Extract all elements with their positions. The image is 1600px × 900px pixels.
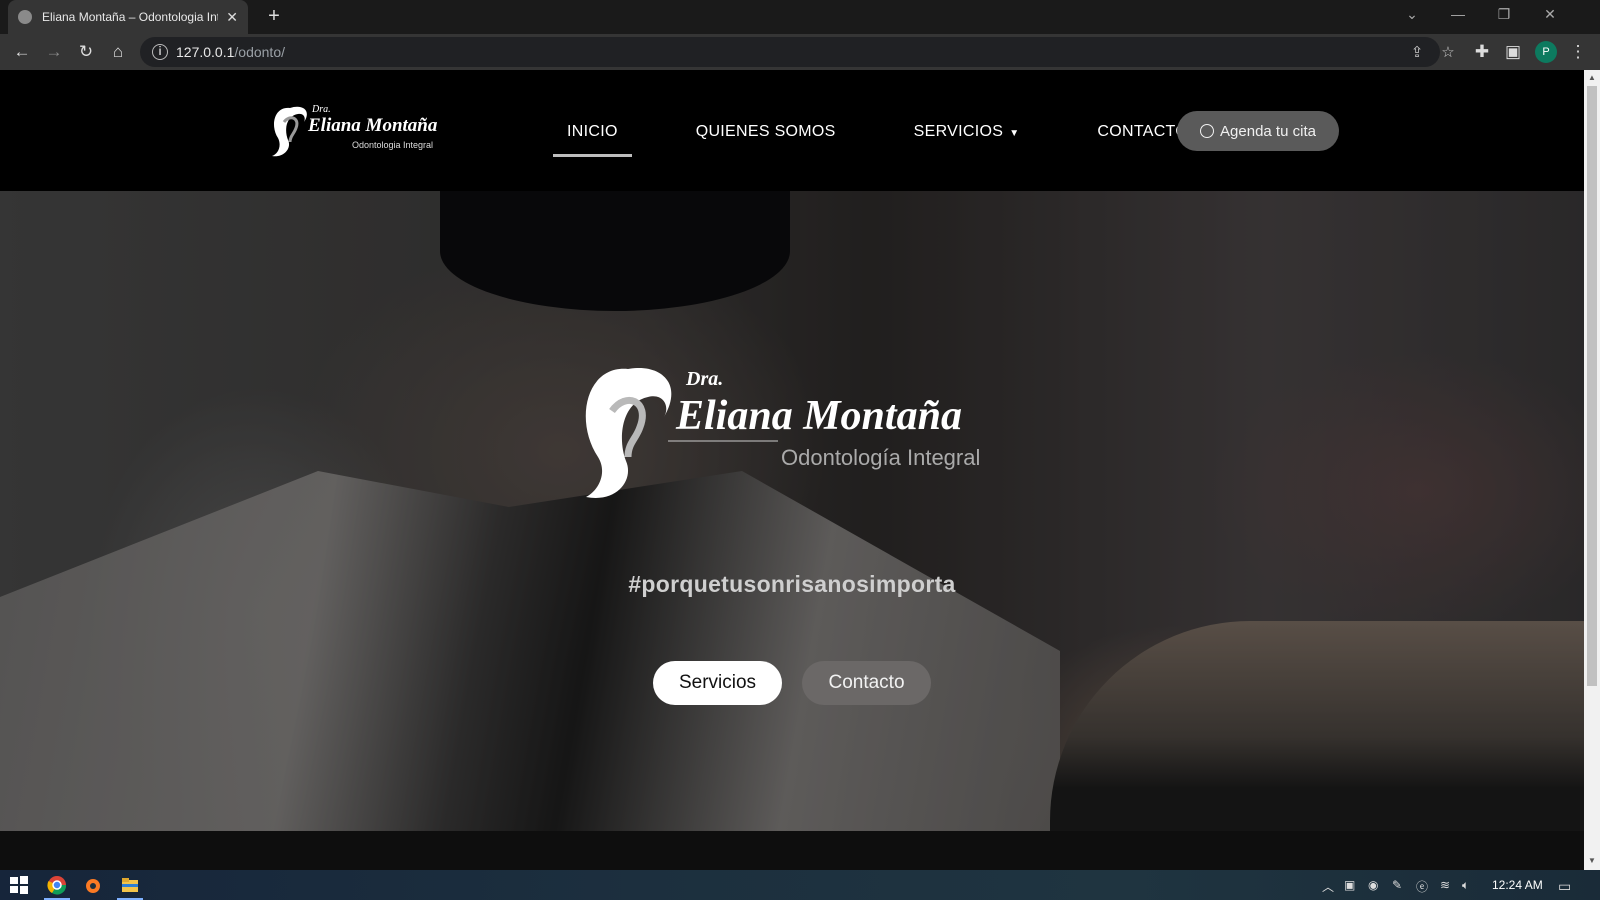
close-window-icon[interactable]: ✕ <box>1538 6 1562 23</box>
svg-text:Eliana Montaña: Eliana Montaña <box>675 393 962 439</box>
address-bar[interactable]: i 127.0.0.1/odonto/ ⇪ ☆ <box>140 37 1455 67</box>
restore-icon[interactable]: ❐ <box>1492 6 1516 23</box>
reload-icon[interactable]: ↻ <box>74 40 98 64</box>
bookmark-star-icon[interactable]: ☆ <box>1437 43 1459 61</box>
tab-title: Eliana Montaña – Odontologia Integral <box>42 10 218 24</box>
share-icon[interactable]: ⇪ <box>1406 43 1428 61</box>
nav-quienes-somos[interactable]: QUIENES SOMOS <box>682 117 850 147</box>
close-tab-icon[interactable]: ✕ <box>226 9 238 26</box>
tray-e-icon[interactable]: ⓔ <box>1416 878 1428 895</box>
svg-text:Dra.: Dra. <box>685 368 723 390</box>
site-info-icon[interactable]: i <box>152 44 168 60</box>
xampp-icon[interactable] <box>83 875 103 895</box>
home-icon[interactable]: ⌂ <box>106 40 130 64</box>
svg-text:Odontología Integral: Odontología Integral <box>781 445 980 470</box>
notifications-icon[interactable]: ▭ <box>1558 878 1571 895</box>
forward-icon[interactable]: → <box>42 40 66 64</box>
next-section <box>0 831 1584 870</box>
tray-pen-icon[interactable]: ✎ <box>1392 878 1402 892</box>
svg-text:Odontologia Integral: Odontologia Integral <box>352 140 433 150</box>
tray-chevron-up-icon[interactable]: ︿ <box>1322 878 1334 895</box>
main-nav: INICIO QUIENES SOMOS SERVICIOS ▼ CONTACTO <box>553 112 1252 157</box>
browser-tab[interactable]: Eliana Montaña – Odontologia Integral ✕ <box>8 0 248 34</box>
contacto-button[interactable]: Contacto <box>802 661 931 705</box>
globe-icon <box>18 10 32 24</box>
site-header: Dra. Eliana Montaña Odontologia Integral… <box>0 70 1584 191</box>
chrome-icon[interactable] <box>47 875 67 895</box>
taskbar-clock[interactable]: 12:24 AM <box>1492 878 1543 892</box>
hero-hashtag: #porquetusonrisanosimporta <box>628 571 956 597</box>
os-taskbar: ︿ ▣ ◉ ✎ ⓔ ≋ 🔈︎ 12:24 AM ▭ <box>0 870 1600 900</box>
nav-inicio[interactable]: INICIO <box>553 117 632 157</box>
servicios-button[interactable]: Servicios <box>653 661 782 705</box>
browser-tab-bar: Eliana Montaña – Odontologia Integral ✕ … <box>0 0 1600 34</box>
profile-avatar[interactable]: P <box>1535 41 1557 63</box>
tray-app-icon[interactable]: ▣ <box>1344 878 1355 892</box>
url-text: 127.0.0.1/odonto/ <box>176 44 285 60</box>
site-logo[interactable]: Dra. Eliana Montaña Odontologia Integral <box>268 100 440 160</box>
new-tab-button[interactable]: + <box>262 5 286 29</box>
tab-search-icon[interactable]: ⌄ <box>1400 6 1424 23</box>
book-appointment-button[interactable]: Agenda tu cita <box>1177 111 1339 151</box>
volume-icon[interactable]: 🔈︎ <box>1462 878 1469 893</box>
page-scrollbar[interactable]: ▲ ▼ <box>1584 70 1600 870</box>
hero-section: Dra. Eliana Montaña Odontología Integral… <box>0 191 1584 831</box>
page-viewport: Dra. Eliana Montaña Odontologia Integral… <box>0 70 1584 870</box>
scroll-up-icon[interactable]: ▲ <box>1588 73 1596 82</box>
hero-logo: Dra. Eliana Montaña Odontología Integral <box>578 361 998 501</box>
windows-start-icon[interactable] <box>9 875 29 895</box>
back-icon[interactable]: ← <box>10 40 34 64</box>
extensions-icon[interactable]: ✚ <box>1470 40 1494 64</box>
whatsapp-icon <box>1200 124 1215 138</box>
tray-network-app-icon[interactable]: ◉ <box>1368 878 1378 892</box>
scroll-down-icon[interactable]: ▼ <box>1588 856 1596 865</box>
wifi-icon[interactable]: ≋ <box>1440 878 1450 892</box>
chevron-down-icon: ▼ <box>1009 128 1020 139</box>
svg-text:Eliana Montaña: Eliana Montaña <box>307 115 438 136</box>
file-explorer-icon[interactable] <box>120 875 140 895</box>
browser-toolbar: ← → ↻ ⌂ i 127.0.0.1/odonto/ ⇪ ☆ ✚ ▣ ⋮ <box>0 34 1600 70</box>
scrollbar-thumb[interactable] <box>1587 86 1597 686</box>
svg-text:Dra.: Dra. <box>311 104 331 115</box>
menu-kebab-icon[interactable]: ⋮ <box>1566 40 1590 64</box>
minimize-icon[interactable]: — <box>1446 6 1470 22</box>
side-panel-icon[interactable]: ▣ <box>1501 40 1525 64</box>
nav-servicios[interactable]: SERVICIOS ▼ <box>900 117 1034 147</box>
